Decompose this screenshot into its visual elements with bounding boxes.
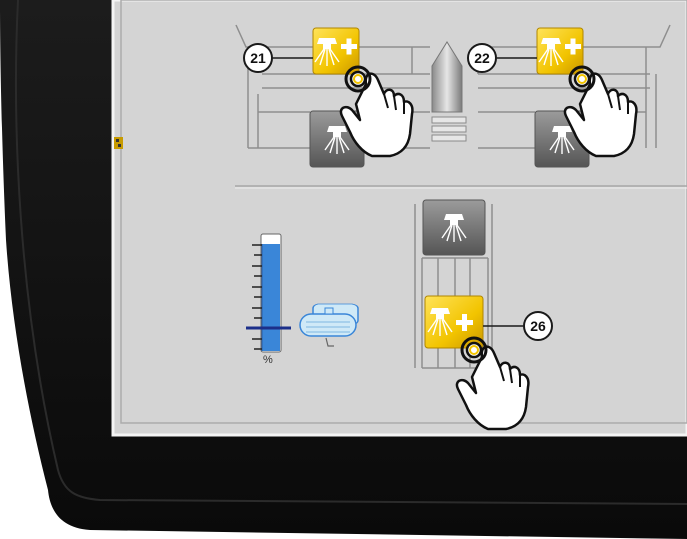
- rear-nozzle-add-button[interactable]: [424, 295, 484, 349]
- callout-26: 26: [523, 311, 553, 341]
- rear-nozzle-status-button[interactable]: [422, 199, 486, 256]
- gauge-unit-label: %: [263, 354, 273, 366]
- callout-22: 22: [467, 43, 497, 73]
- terminal-display: 21 22 26 %: [0, 0, 687, 539]
- status-icon: [114, 137, 123, 149]
- callout-21: 21: [243, 43, 273, 73]
- terminal-graphics: [0, 0, 687, 539]
